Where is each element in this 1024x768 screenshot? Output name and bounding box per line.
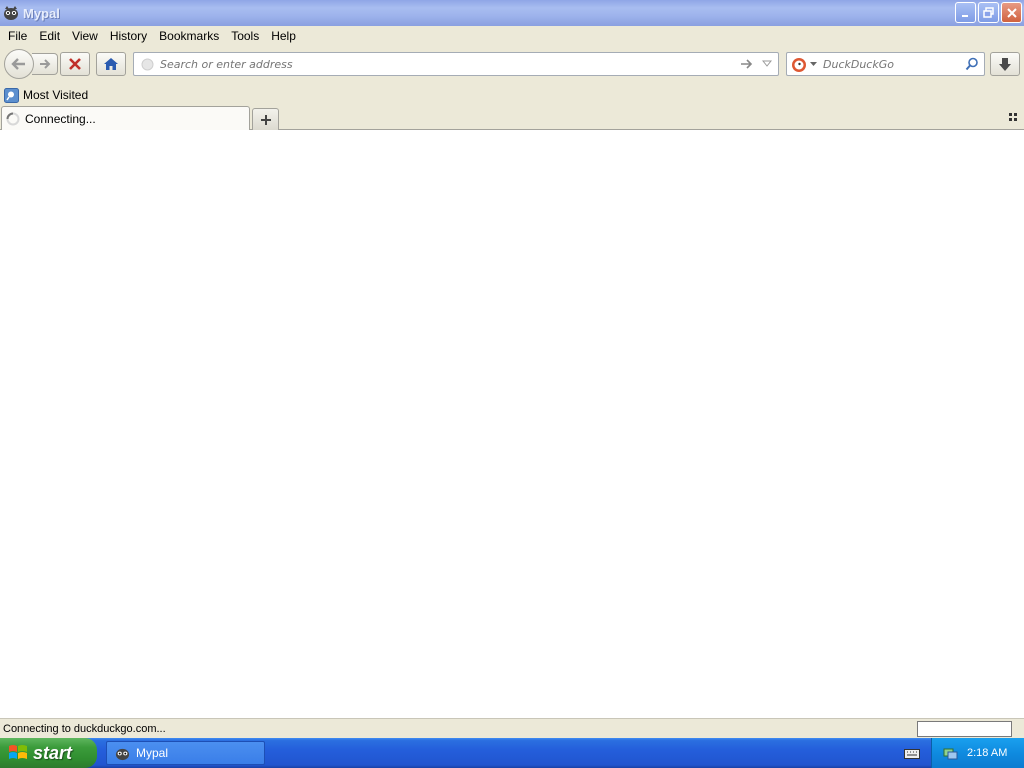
search-icon[interactable] xyxy=(965,57,979,71)
forward-arrow-icon xyxy=(39,59,50,69)
mypal-taskbar-icon xyxy=(115,748,130,760)
download-arrow-icon xyxy=(999,57,1011,71)
status-bar: Connecting to duckduckgo.com... xyxy=(0,718,1024,738)
address-bar[interactable] xyxy=(133,52,779,76)
downloads-button[interactable] xyxy=(990,52,1020,76)
most-visited-folder-icon xyxy=(4,87,19,103)
search-input[interactable] xyxy=(823,57,953,71)
start-button[interactable]: start xyxy=(0,738,97,768)
dropdown-arrow-icon[interactable] xyxy=(762,60,772,68)
menu-file[interactable]: File xyxy=(2,26,33,46)
site-identity-icon xyxy=(141,58,154,71)
keyboard-icon[interactable] xyxy=(904,747,920,759)
plus-icon xyxy=(260,114,271,125)
search-bar[interactable] xyxy=(786,52,985,76)
windows-logo-icon xyxy=(9,745,27,759)
restore-button[interactable] xyxy=(978,2,999,23)
menu-history[interactable]: History xyxy=(104,26,153,46)
back-button[interactable] xyxy=(4,49,34,79)
taskbar: start Mypal 2:18 AM xyxy=(0,738,1024,768)
stop-x-icon xyxy=(69,58,81,70)
menu-bookmarks[interactable]: Bookmarks xyxy=(153,26,225,46)
menu-bar: File Edit View History Bookmarks Tools H… xyxy=(0,26,1024,46)
back-arrow-icon xyxy=(11,58,25,70)
mypal-app-icon xyxy=(4,6,18,20)
list-all-tabs-icon[interactable] xyxy=(1008,112,1018,122)
system-tray: 2:18 AM xyxy=(931,738,1024,768)
home-button[interactable] xyxy=(96,52,126,76)
minimize-button[interactable] xyxy=(955,2,976,23)
home-icon xyxy=(104,58,118,70)
go-arrow-icon[interactable] xyxy=(740,58,754,70)
taskbar-item-label: Mypal xyxy=(136,746,169,760)
clock[interactable]: 2:18 AM xyxy=(967,747,1007,759)
status-text: Connecting to duckduckgo.com... xyxy=(3,722,166,735)
bookmarks-toolbar: Most Visited xyxy=(0,85,1024,105)
navigation-toolbar xyxy=(0,46,1024,82)
bookmark-label: Most Visited xyxy=(23,88,89,102)
menu-view[interactable]: View xyxy=(66,26,104,46)
tab-strip: Connecting... xyxy=(0,106,1024,130)
taskbar-item-mypal[interactable]: Mypal xyxy=(106,741,265,765)
title-bar[interactable]: Mypal xyxy=(0,0,1024,26)
menu-tools[interactable]: Tools xyxy=(225,26,265,46)
address-input[interactable] xyxy=(160,57,730,71)
engine-dropdown-icon[interactable] xyxy=(810,62,817,67)
network-icon[interactable] xyxy=(942,745,958,761)
start-label: start xyxy=(33,742,73,763)
menu-edit[interactable]: Edit xyxy=(33,26,66,46)
close-icon xyxy=(1006,7,1017,18)
forward-button[interactable] xyxy=(32,53,58,75)
restore-icon xyxy=(982,6,994,18)
new-tab-button[interactable] xyxy=(252,108,279,130)
minimize-icon xyxy=(961,14,968,17)
close-button[interactable] xyxy=(1001,2,1022,23)
loading-throbber-icon xyxy=(6,112,20,125)
status-progress-field xyxy=(917,721,1012,737)
bookmark-most-visited[interactable]: Most Visited xyxy=(4,87,89,103)
tab-label: Connecting... xyxy=(25,111,96,126)
tab-connecting[interactable]: Connecting... xyxy=(1,106,250,130)
duckduckgo-icon[interactable] xyxy=(791,57,807,73)
page-content-area[interactable] xyxy=(0,130,1024,718)
menu-help[interactable]: Help xyxy=(265,26,302,46)
window-title: Mypal xyxy=(23,5,60,21)
stop-button[interactable] xyxy=(60,52,90,76)
